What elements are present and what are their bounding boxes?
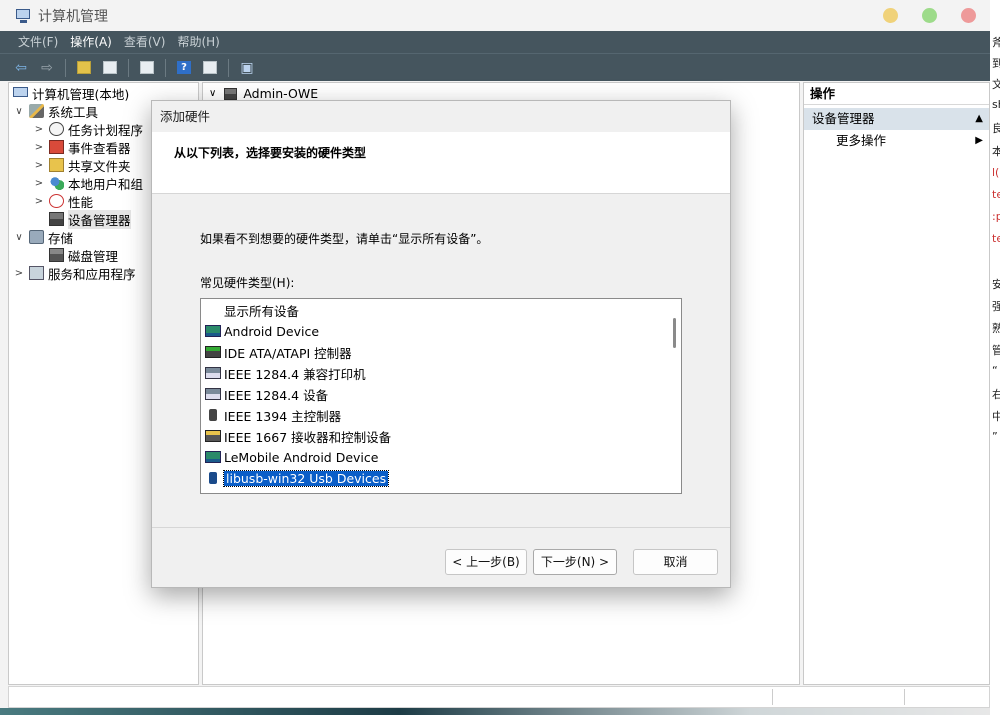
chevron-right-icon: ▶ [975, 135, 983, 146]
tree-item-storage[interactable]: ∨ 存储 [13, 228, 73, 246]
menu-action[interactable]: 操作(A) [64, 31, 118, 53]
cancel-button[interactable]: 取消 [633, 549, 718, 575]
tree-item-local-users[interactable]: > 本地用户和组 [33, 174, 143, 192]
tree-item-task-scheduler[interactable]: > 任务计划程序 [33, 120, 143, 138]
chevron-down-icon[interactable]: ∨ [209, 88, 216, 99]
list-item-ieee1667[interactable]: IEEE 1667 接收器和控制设备 [205, 426, 391, 446]
list-item-show-all[interactable]: 显示所有设备 [205, 300, 299, 320]
hardware-types-label: 常见硬件类型(H): [200, 276, 295, 290]
tree-item-performance[interactable]: > 性能 [33, 192, 93, 210]
services-icon [29, 266, 44, 280]
users-icon [49, 176, 64, 190]
back-button[interactable]: < 上一步(B) [445, 549, 527, 575]
android-device-icon [205, 451, 221, 463]
tree-item-event-viewer[interactable]: > 事件查看器 [33, 138, 131, 156]
actions-pane: 操作 设备管理器 ▲ 更多操作 ▶ [803, 82, 990, 685]
list-item-ide-controller[interactable]: IDE ATA/ATAPI 控制器 [205, 342, 352, 362]
chevron-right-icon[interactable]: > [33, 160, 45, 171]
chevron-down-icon[interactable]: ∨ [13, 232, 25, 243]
tools-icon [29, 104, 44, 118]
computer-icon [13, 86, 28, 97]
folder-up-icon[interactable] [73, 58, 95, 78]
list-item-ieee1394[interactable]: IEEE 1394 主控制器 [205, 405, 341, 425]
desktop-background-bottom [0, 708, 1000, 715]
more-actions-item[interactable]: 更多操作 ▶ [804, 130, 989, 152]
forward-icon[interactable]: ⇨ [36, 58, 58, 78]
device-manager-icon [49, 212, 64, 226]
share-icon [49, 158, 64, 172]
background-window-edge: 斧 到 文 sh 良 本 l( te :p te 安 强 熟 管 “ 右 中 ” [990, 0, 1000, 715]
window-title: 计算机管理 [38, 8, 108, 25]
add-hardware-dialog: 添加硬件 从以下列表，选择要安装的硬件类型 如果看不到想要的硬件类型，请单击“显… [151, 100, 731, 588]
toolbar: ⇦ ⇨ ? ▣ [0, 53, 990, 81]
collapse-up-icon[interactable]: ▲ [975, 108, 983, 130]
close-button[interactable] [961, 8, 976, 23]
status-bar [8, 686, 990, 708]
hardware-types-list[interactable]: 显示所有设备 Android Device IDE ATA/ATAPI 控制器 … [200, 298, 682, 494]
list-item-libusb-win32[interactable]: libusb-win32 Usb Devices [205, 468, 390, 488]
chevron-right-icon[interactable]: > [13, 268, 25, 279]
menu-bar: 文件(F) 操作(A) 查看(V) 帮助(H) [0, 31, 990, 53]
menu-view[interactable]: 查看(V) [118, 31, 172, 53]
tree-item-disk-management[interactable]: 磁盘管理 [49, 246, 118, 264]
clock-icon [49, 122, 64, 136]
refresh-icon[interactable] [199, 58, 221, 78]
hint-text: 如果看不到想要的硬件类型，请单击“显示所有设备”。 [200, 232, 489, 246]
dialog-heading: 从以下列表，选择要安装的硬件类型 [174, 146, 367, 160]
event-icon [49, 140, 64, 154]
chevron-right-icon[interactable]: > [33, 124, 45, 135]
actions-header: 操作 [804, 83, 989, 105]
dialog-body: 如果看不到想要的硬件类型，请单击“显示所有设备”。 常见硬件类型(H): 显示所… [152, 195, 730, 527]
menu-help[interactable]: 帮助(H) [171, 31, 225, 53]
printer-icon [205, 388, 221, 400]
help-icon[interactable]: ? [173, 58, 195, 78]
list-item-ieee1284-device[interactable]: IEEE 1284.4 设备 [205, 384, 328, 404]
actions-section-device-manager[interactable]: 设备管理器 ▲ [804, 108, 989, 130]
ieee1667-icon [205, 430, 221, 442]
title-bar[interactable]: 计算机管理 [0, 0, 990, 31]
list-item-android-device[interactable]: Android Device [205, 321, 319, 341]
minimize-button[interactable] [883, 8, 898, 23]
computer-management-icon [16, 8, 32, 24]
back-icon[interactable]: ⇦ [10, 58, 32, 78]
tree-item-services-apps[interactable]: > 服务和应用程序 [13, 264, 136, 282]
next-button[interactable]: 下一步(N) > [533, 549, 617, 575]
tree-item-device-manager[interactable]: 设备管理器 [49, 209, 131, 229]
chevron-right-icon[interactable]: > [33, 142, 45, 153]
maximize-button[interactable] [922, 8, 937, 23]
usb-icon [209, 472, 217, 484]
device-tree-root-label: Admin-OWE [243, 86, 319, 101]
ide-controller-icon [205, 346, 221, 358]
usb-icon [209, 409, 217, 421]
performance-icon [49, 194, 64, 208]
tree-item-computer-management[interactable]: 计算机管理(本地) [13, 84, 129, 102]
computer-icon [224, 87, 238, 100]
chevron-right-icon[interactable]: > [33, 196, 45, 207]
tree-item-shared-folders[interactable]: > 共享文件夹 [33, 156, 131, 174]
printer-icon [205, 367, 221, 379]
view-icon[interactable] [99, 58, 121, 78]
chevron-right-icon[interactable]: > [33, 178, 45, 189]
device-tree-root[interactable]: ∨ Admin-OWE [209, 86, 318, 101]
computer-icon[interactable]: ▣ [236, 58, 258, 78]
list-item-ieee1284-printer[interactable]: IEEE 1284.4 兼容打印机 [205, 363, 366, 383]
tree-item-system-tools[interactable]: ∨ 系统工具 [13, 102, 98, 120]
dialog-header: 从以下列表，选择要安装的硬件类型 [152, 132, 730, 194]
list-scrollbar-thumb[interactable] [673, 318, 676, 348]
properties-icon[interactable] [136, 58, 158, 78]
chevron-down-icon[interactable]: ∨ [13, 106, 25, 117]
list-item-lemobile-android[interactable]: LeMobile Android Device [205, 447, 378, 467]
android-device-icon [205, 325, 221, 337]
dialog-title: 添加硬件 [152, 101, 730, 132]
menu-file[interactable]: 文件(F) [12, 31, 64, 53]
storage-icon [29, 230, 44, 244]
disk-icon [49, 248, 64, 262]
